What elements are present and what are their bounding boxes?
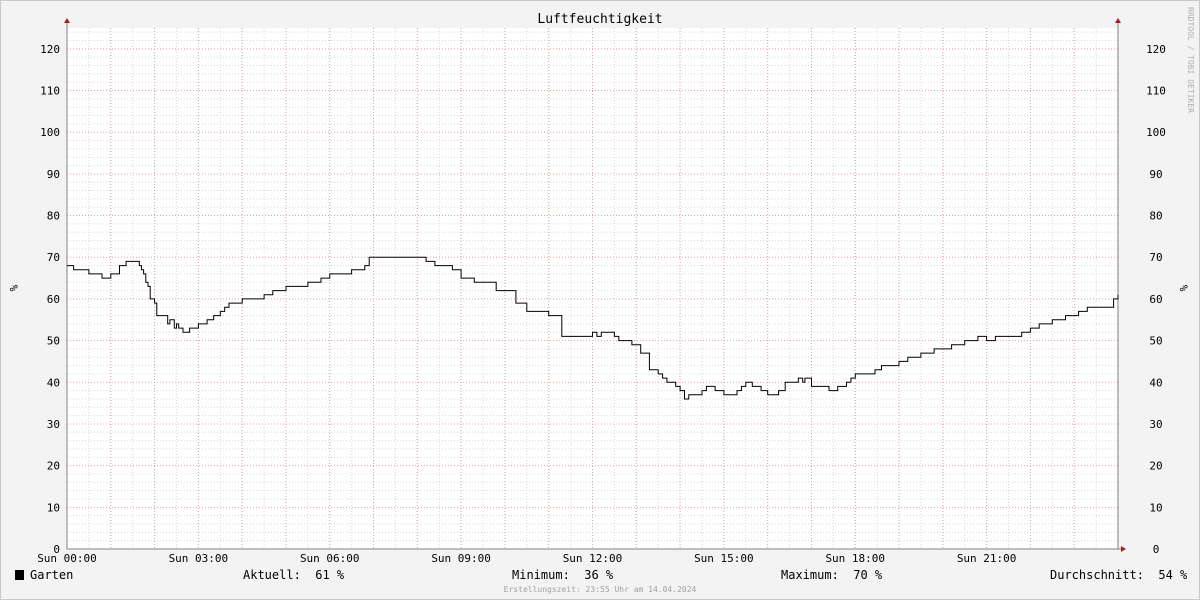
y-tick-label-right: 110 — [1146, 85, 1166, 98]
y-tick-label-left: 90 — [47, 168, 60, 181]
y-axis-label-left: % — [7, 285, 20, 292]
watermark: RRDTOOL / TOBI OETIKER — [1186, 7, 1195, 113]
x-tick-label: Sun 06:00 — [300, 552, 360, 565]
x-tick-label: Sun 21:00 — [957, 552, 1017, 565]
y-tick-label-right: 20 — [1149, 460, 1162, 473]
y-axis-label-right: % — [1177, 285, 1190, 292]
x-tick-label: Sun 18:00 — [825, 552, 885, 565]
x-tick-label: Sun 12:00 — [563, 552, 623, 565]
x-tick-label: Sun 03:00 — [169, 552, 229, 565]
footer-timestamp: Erstellungszeit: 23:55 Uhr am 14.04.2024 — [504, 585, 697, 594]
y-tick-label-right: 80 — [1149, 210, 1162, 223]
y-tick-label-left: 10 — [47, 501, 60, 514]
y-tick-label-left: 100 — [40, 126, 60, 139]
y-tick-label-right: 40 — [1149, 376, 1162, 389]
legend-aktuell: Aktuell: 61 % — [243, 568, 345, 582]
y-ticks-right: 0 10 20 30 40 50 60 70 80 90 100 110 120 — [1146, 43, 1166, 556]
x-tick-label: Sun 15:00 — [694, 552, 754, 565]
y-tick-label-right: 0 — [1153, 543, 1160, 556]
y-tick-label-left: 20 — [47, 460, 60, 473]
y-tick-label-right: 30 — [1149, 418, 1162, 431]
x-axis-arrow — [1121, 546, 1126, 552]
y-tick-label-right: 70 — [1149, 251, 1162, 264]
legend-minimum: Minimum: 36 % — [512, 568, 614, 582]
y-ticks-left: 0102030405060708090100110120 — [40, 43, 60, 556]
y-tick-label-right: 120 — [1146, 43, 1166, 56]
legend-durchschnitt: Durchschnitt: 54 % — [1050, 568, 1188, 582]
y-tick-label-left: 60 — [47, 293, 60, 306]
legend-swatch-garten — [15, 570, 24, 580]
x-ticks: Sun 00:00 Sun 03:00 Sun 06:00 Sun 09:00 Sun … — [37, 552, 1016, 565]
y-tick-label-right: 10 — [1149, 501, 1162, 514]
y-tick-label-right: 100 — [1146, 126, 1166, 139]
y-tick-label-left: 80 — [47, 210, 60, 223]
y-axis-arrow-left — [64, 18, 70, 23]
y-tick-label-left: 70 — [47, 251, 60, 264]
legend-series-label: Garten — [30, 568, 73, 582]
y-tick-label-right: 50 — [1149, 335, 1162, 348]
y-tick-label-left: 120 — [40, 43, 60, 56]
y-tick-label-left: 40 — [47, 376, 60, 389]
chart-title: Luftfeuchtigkeit — [537, 12, 662, 27]
y-tick-label-left: 30 — [47, 418, 60, 431]
x-tick-label: Sun 00:00 — [37, 552, 97, 565]
y-tick-label-right: 60 — [1149, 293, 1162, 306]
y-tick-label-right: 90 — [1149, 168, 1162, 181]
legend-maximum: Maximum: 70 % — [781, 568, 883, 582]
y-axis-arrow-right — [1115, 18, 1121, 23]
y-tick-label-left: 50 — [47, 335, 60, 348]
humidity-chart: 0 10 20 30 40 50 60 70 80 90 100 110 120 0 10 20 30 40 50… — [7, 7, 1195, 594]
x-tick-label: Sun 09:00 — [431, 552, 491, 565]
y-tick-label-left: 110 — [40, 85, 60, 98]
